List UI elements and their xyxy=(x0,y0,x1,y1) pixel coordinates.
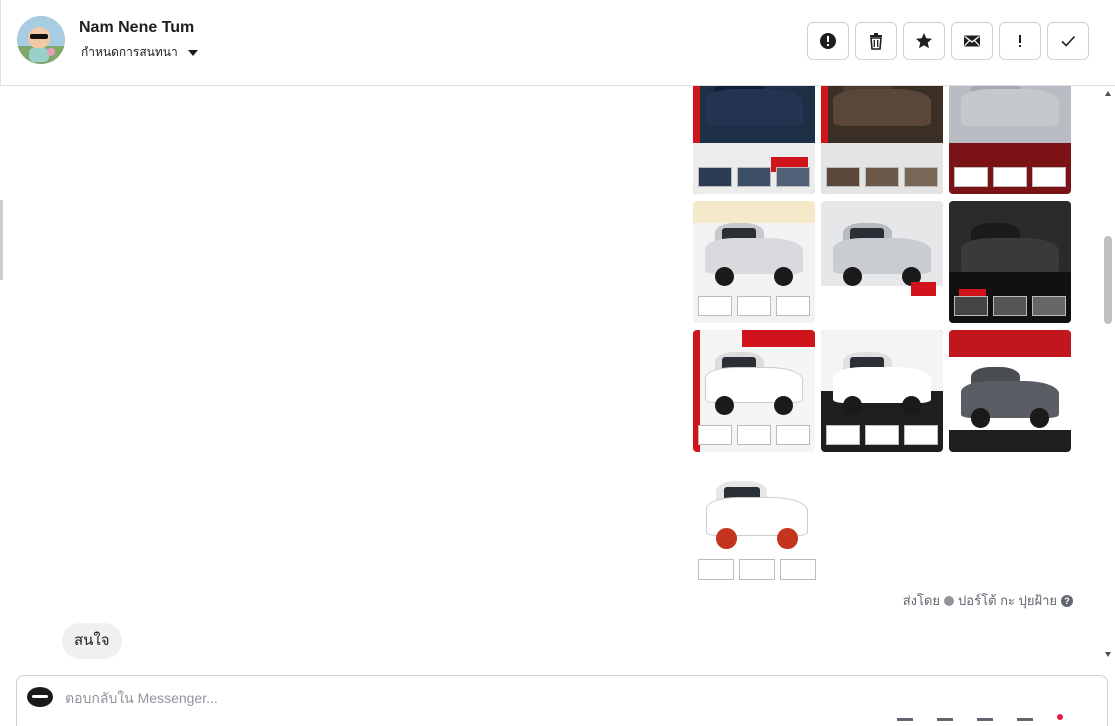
customer-message-bubble[interactable]: สนใจ xyxy=(62,623,122,659)
assign-label: กำหนดการสนทนา xyxy=(81,45,178,59)
star-icon xyxy=(916,33,932,49)
spam-button[interactable] xyxy=(807,22,849,60)
thread-scrollbar[interactable] xyxy=(1101,86,1115,664)
attachment-icon[interactable] xyxy=(897,718,913,726)
sender-name[interactable]: ปอร์โต้ กะ ปุยฝ้าย xyxy=(958,590,1057,611)
verified-icon xyxy=(944,595,955,606)
emoji-icon[interactable] xyxy=(977,718,993,726)
reply-composer xyxy=(16,675,1108,726)
sent-by-label: ส่งโดย ปอร์โต้ กะ ปุยฝ้าย ? xyxy=(903,590,1073,611)
sent-by-prefix: ส่งโดย xyxy=(902,593,941,608)
envelope-icon xyxy=(964,35,980,47)
car-photo-8[interactable] xyxy=(821,330,943,452)
alert-circle-icon xyxy=(820,33,836,49)
message-thread[interactable]: ส่งโดย ปอร์โต้ กะ ปุยฝ้าย ? สนใจ xyxy=(0,86,1115,664)
caret-down-icon xyxy=(187,49,198,56)
contact-name[interactable]: Nam Nene Tum xyxy=(79,19,194,37)
composer-tools xyxy=(897,714,1063,726)
follow-up-button[interactable] xyxy=(999,22,1041,60)
car-photo-4[interactable] xyxy=(693,201,815,323)
page-avatar xyxy=(27,687,53,707)
thread-edge-divider xyxy=(0,200,3,280)
mark-done-button[interactable] xyxy=(1047,22,1089,60)
exclamation-icon xyxy=(1019,35,1021,47)
gif-icon[interactable] xyxy=(1017,718,1033,726)
conversation-header: Nam Nene Tum กำหนดการสนทนา xyxy=(0,0,1115,86)
contact-avatar[interactable] xyxy=(17,16,65,64)
delete-button[interactable] xyxy=(855,22,897,60)
avatar-image xyxy=(17,16,65,64)
scroll-down-arrow-icon[interactable] xyxy=(1105,652,1111,657)
car-photo-10[interactable] xyxy=(693,458,821,588)
car-photo-5[interactable] xyxy=(821,201,943,323)
car-photo-2[interactable] xyxy=(821,86,943,194)
star-button[interactable] xyxy=(903,22,945,60)
car-photo-7[interactable] xyxy=(693,330,815,452)
trash-icon xyxy=(870,33,882,50)
notification-dot-icon xyxy=(1057,714,1063,720)
car-photo-9[interactable] xyxy=(949,330,1071,452)
image-icon[interactable] xyxy=(937,718,953,726)
car-photo-3[interactable] xyxy=(949,86,1071,194)
scroll-up-arrow-icon[interactable] xyxy=(1105,91,1111,96)
check-icon xyxy=(1061,35,1076,47)
help-icon[interactable]: ? xyxy=(1061,594,1073,607)
scroll-thumb[interactable] xyxy=(1104,236,1112,324)
car-photo-1[interactable] xyxy=(693,86,815,194)
car-photo-6[interactable] xyxy=(949,201,1071,323)
mark-unread-button[interactable] xyxy=(951,22,993,60)
reply-input[interactable] xyxy=(65,688,965,708)
conversation-actions xyxy=(807,22,1089,60)
assign-conversation-dropdown[interactable]: กำหนดการสนทนา xyxy=(81,43,198,62)
